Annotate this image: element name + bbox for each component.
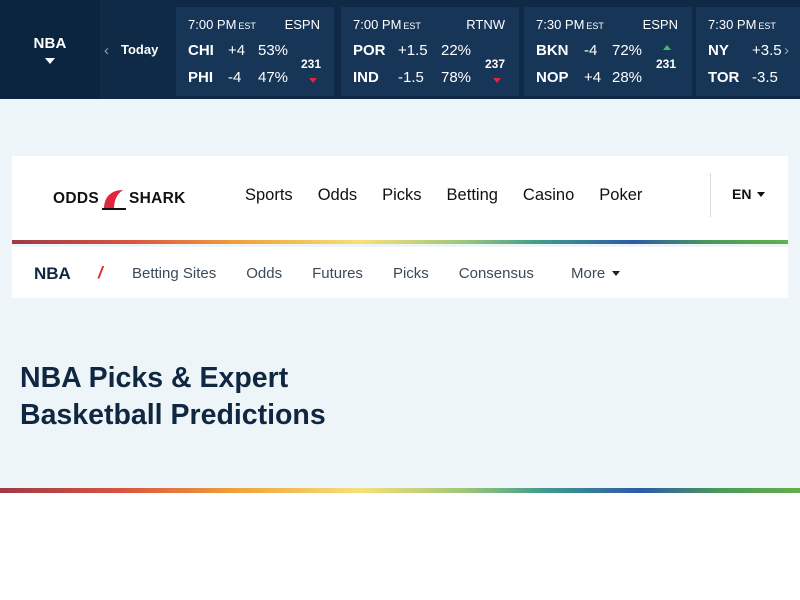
subnav-item-futures[interactable]: Futures — [312, 265, 363, 282]
site-logo[interactable]: ODDS SHARK — [53, 187, 186, 211]
subnav-item-picks[interactable]: Picks — [393, 265, 429, 282]
shark-fin-icon — [101, 187, 127, 211]
game-time: 7:30 PM EST — [708, 17, 776, 32]
game-time: 7:30 PM EST — [536, 17, 604, 32]
subnav-links: Betting Sites Odds Futures Picks Consens… — [132, 265, 564, 282]
language-selector[interactable]: EN — [732, 186, 766, 202]
league-selector[interactable]: NBA — [0, 0, 100, 99]
game-total: 237 — [485, 57, 506, 71]
game-total: 231 — [301, 57, 322, 71]
trend-down-icon — [493, 78, 501, 83]
game-card[interactable]: 7:00 PM EST RTNW POR +1.5 22% IND -1.5 78… — [341, 7, 519, 96]
subnav-more-menu[interactable]: More — [571, 265, 621, 282]
site-header: ODDS SHARK Sports Odds Picks Betting Cas… — [12, 156, 788, 242]
chevron-right-icon[interactable]: › — [784, 42, 789, 59]
game-total: 231 — [656, 57, 677, 71]
nav-item-picks[interactable]: Picks — [382, 186, 421, 205]
nav-divider — [710, 173, 711, 217]
section-subnav: NBA / Betting Sites Odds Futures Picks C… — [12, 247, 788, 298]
nav-item-casino[interactable]: Casino — [523, 186, 574, 205]
chevron-down-icon — [45, 58, 55, 64]
page-title: NBA Picks & Expert Basketball Prediction… — [20, 362, 326, 431]
trend-down-icon — [309, 78, 317, 83]
header-accent-stripe — [12, 240, 788, 244]
hero-accent-stripe — [0, 488, 800, 493]
game-network: RTNW — [466, 17, 505, 32]
game-card[interactable]: 7:00 PM EST ESPN CHI +4 53% PHI -4 47% 23… — [176, 7, 334, 96]
nav-item-sports[interactable]: Sports — [245, 186, 293, 205]
subnav-item-consensus[interactable]: Consensus — [459, 265, 534, 282]
subnav-section-title[interactable]: NBA — [34, 264, 71, 284]
game-card[interactable]: 7:30 PM EST ESPN BKN -4 72% NOP +4 28% 23… — [524, 7, 692, 96]
game-network: ESPN — [642, 17, 678, 32]
chevron-down-icon — [757, 191, 766, 197]
chevron-left-icon[interactable]: ‹ — [104, 42, 109, 59]
nav-item-poker[interactable]: Poker — [599, 186, 642, 205]
nav-item-odds[interactable]: Odds — [318, 186, 357, 205]
chevron-down-icon — [612, 271, 621, 276]
game-time: 7:00 PM EST — [353, 17, 421, 32]
trend-up-icon — [663, 45, 671, 50]
game-network: ESPN — [284, 17, 320, 32]
main-nav: Sports Odds Picks Betting Casino Poker — [245, 186, 667, 205]
league-selector-label: NBA — [33, 35, 67, 52]
game-time: 7:00 PM EST — [188, 17, 256, 32]
scores-ticker: NBA ‹ Today 7:00 PM EST ESPN CHI +4 53% P… — [0, 0, 800, 99]
subnav-item-odds[interactable]: Odds — [246, 265, 282, 282]
nav-item-betting[interactable]: Betting — [447, 186, 498, 205]
subnav-item-betting-sites[interactable]: Betting Sites — [132, 265, 216, 282]
subnav-separator: / — [98, 263, 103, 282]
ticker-day-label[interactable]: Today — [121, 42, 158, 57]
